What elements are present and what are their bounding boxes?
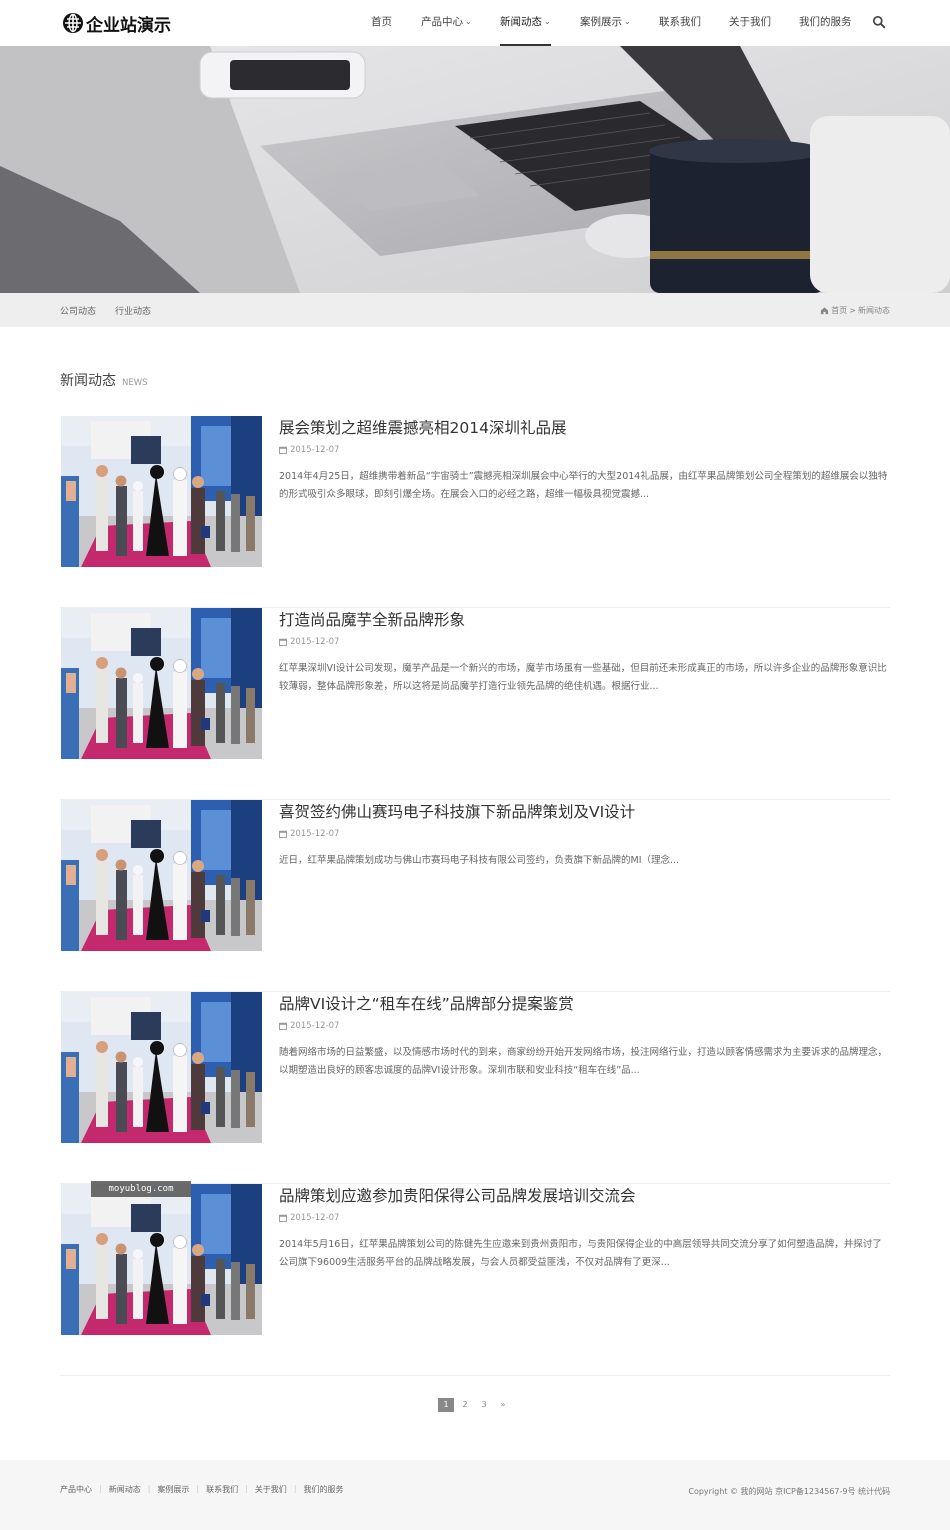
nav-label: 联系我们: [659, 16, 701, 28]
calendar-icon: [279, 1214, 287, 1222]
news-date-text: 2015-12-07: [290, 637, 340, 647]
news-date-text: 2015-12-07: [290, 829, 340, 839]
watermark: moyublog.com: [91, 1181, 191, 1197]
site-header: 企业站演示 首页 产品中心 ⌄ 新闻动态 ⌄ 案例展示 ⌄ 联系我们 关于我们 我们的…: [0, 0, 950, 46]
section-title-en: NEWS: [122, 378, 148, 388]
news-title[interactable]: 品牌策划应邀参加贵阳保得公司品牌发展培训交流会: [279, 1184, 636, 1206]
nav-label: 新闻动态: [500, 16, 542, 28]
calendar-icon: [279, 638, 287, 646]
calendar-icon: [279, 830, 287, 838]
footer-divider: |: [196, 1484, 200, 1493]
search-icon[interactable]: [872, 15, 886, 29]
chevron-down-icon: ⌄: [624, 17, 631, 26]
section-title-text: 新闻动态: [60, 373, 116, 389]
news-date-text: 2015-12-07: [290, 1213, 340, 1223]
breadcrumb-home[interactable]: 首页: [831, 305, 847, 316]
subnav-company-news[interactable]: 公司动态: [60, 304, 96, 317]
news-title[interactable]: 展会策划之超维震撼亮相2014深圳礼品展: [279, 416, 566, 438]
breadcrumb: 首页 > 新闻动态: [820, 305, 890, 316]
footer-link-cases[interactable]: 案例展示: [157, 1484, 189, 1495]
news-date: 2015-12-07: [279, 637, 339, 647]
news-title[interactable]: 品牌VI设计之“租车在线”品牌部分提案鉴赏: [279, 992, 574, 1014]
home-icon: [821, 307, 829, 315]
section-title: 新闻动态 NEWS: [60, 370, 148, 390]
news-item[interactable]: 品牌VI设计之“租车在线”品牌部分提案鉴赏 2015-12-07 随着网络市场的日益…: [60, 992, 890, 1184]
page-1[interactable]: 1: [438, 1398, 454, 1412]
banner-image: [0, 46, 950, 293]
nav-item-news[interactable]: 新闻动态 ⌄: [500, 0, 551, 46]
nav-label: 首页: [371, 16, 392, 28]
news-date-text: 2015-12-07: [290, 445, 340, 455]
news-thumbnail[interactable]: [61, 800, 262, 951]
main-nav: 首页 产品中心 ⌄ 新闻动态 ⌄ 案例展示 ⌄ 联系我们 关于我们 我们的服务: [0, 0, 950, 46]
news-item[interactable]: 喜贺签约佛山赛玛电子科技旗下新品牌策划及VI设计 2015-12-07 近日，红苹果…: [60, 800, 890, 992]
footer-divider: |: [245, 1484, 248, 1493]
sub-navigation-bar: 公司动态 行业动态 首页 > 新闻动态: [0, 293, 950, 327]
page-2[interactable]: 2: [457, 1398, 473, 1412]
news-item[interactable]: 打造尚品魔芋全新品牌形象 2015-12-07 红苹果深圳VI设计公司发现，魔芋产品…: [60, 608, 890, 800]
news-thumbnail[interactable]: [61, 1184, 262, 1335]
footer-link-about[interactable]: 关于我们: [255, 1484, 287, 1495]
footer-link-news[interactable]: 新闻动态: [109, 1484, 141, 1495]
news-date: 2015-12-07: [279, 445, 339, 455]
nav-label: 案例展示: [580, 16, 622, 28]
nav-item-cases[interactable]: 案例展示 ⌄: [580, 0, 631, 46]
news-date: 2015-12-07: [279, 829, 339, 839]
nav-item-services[interactable]: 我们的服务: [799, 0, 852, 46]
footer-divider: |: [293, 1484, 297, 1493]
nav-item-home[interactable]: 首页: [371, 0, 392, 46]
nav-label: 关于我们: [729, 16, 771, 28]
calendar-icon: [279, 446, 287, 454]
nav-label: 我们的服务: [799, 16, 852, 28]
news-date-text: 2015-12-07: [290, 1021, 340, 1031]
news-title[interactable]: 喜贺签约佛山赛玛电子科技旗下新品牌策划及VI设计: [279, 800, 635, 822]
nav-label: 产品中心: [421, 16, 463, 28]
site-footer: 产品中心 | 新闻动态 | 案例展示 | 联系我们 | 关于我们 | 我们的服务 Copy…: [0, 1460, 950, 1530]
footer-link-contact[interactable]: 联系我们: [206, 1484, 238, 1495]
news-thumbnail[interactable]: [61, 992, 262, 1143]
news-excerpt: 2014年4月25日，超维携带着新品“宇宙骑士”震撼亮相深圳展会中心举行的大型2…: [279, 471, 888, 500]
news-item[interactable]: 品牌策划应邀参加贵阳保得公司品牌发展培训交流会 2015-12-07 2014年5月…: [60, 1184, 890, 1376]
news-date: 2015-12-07: [279, 1213, 339, 1223]
footer-divider: |: [99, 1484, 102, 1493]
chevron-down-icon: ⌄: [465, 17, 472, 26]
nav-item-contact[interactable]: 联系我们: [659, 0, 701, 46]
news-excerpt: 随着网络市场的日益繁盛，以及情感市场时代的到来，商家纷纷开始开发网络市场，投注网…: [279, 1047, 888, 1076]
page-3[interactable]: 3: [476, 1398, 492, 1412]
news-excerpt: 红苹果深圳VI设计公司发现，魔芋产品是一个新兴的市场，魔芋市场虽有一些基础，但目…: [279, 663, 887, 692]
news-date: 2015-12-07: [279, 1021, 339, 1031]
breadcrumb-separator: >: [849, 306, 856, 315]
subnav-industry-news[interactable]: 行业动态: [115, 304, 151, 317]
footer-link-services[interactable]: 我们的服务: [304, 1484, 344, 1495]
footer-links: 产品中心 | 新闻动态 | 案例展示 | 联系我们 | 关于我们 | 我们的服务: [60, 1484, 344, 1495]
pagination: 1 2 3 »: [438, 1398, 514, 1412]
hero-banner: [0, 46, 950, 293]
news-excerpt: 近日，红苹果品牌策划成功与佛山市赛玛电子科技有限公司签约，负责旗下新品牌的MI（…: [279, 855, 680, 866]
news-excerpt: 2014年5月16日，红苹果品牌策划公司的陈健先生应邀来到贵州贵阳市，与贵阳保得…: [279, 1239, 882, 1268]
calendar-icon: [279, 1022, 287, 1030]
chevron-down-icon: ⌄: [544, 17, 551, 26]
page-next[interactable]: »: [495, 1398, 511, 1412]
nav-item-about[interactable]: 关于我们: [729, 0, 771, 46]
news-title[interactable]: 打造尚品魔芋全新品牌形象: [279, 608, 465, 630]
footer-divider: |: [147, 1484, 151, 1493]
news-thumbnail[interactable]: [61, 416, 262, 567]
breadcrumb-current: 新闻动态: [858, 306, 890, 315]
news-item[interactable]: 展会策划之超维震撼亮相2014深圳礼品展 2015-12-07 2014年4月25日…: [60, 416, 890, 608]
news-thumbnail[interactable]: [61, 608, 262, 759]
nav-item-products[interactable]: 产品中心 ⌄: [421, 0, 472, 46]
footer-link-products[interactable]: 产品中心: [60, 1484, 92, 1495]
copyright-text: Copyright © 我的网站 京ICP备1234567-9号 统计代码: [688, 1487, 890, 1496]
